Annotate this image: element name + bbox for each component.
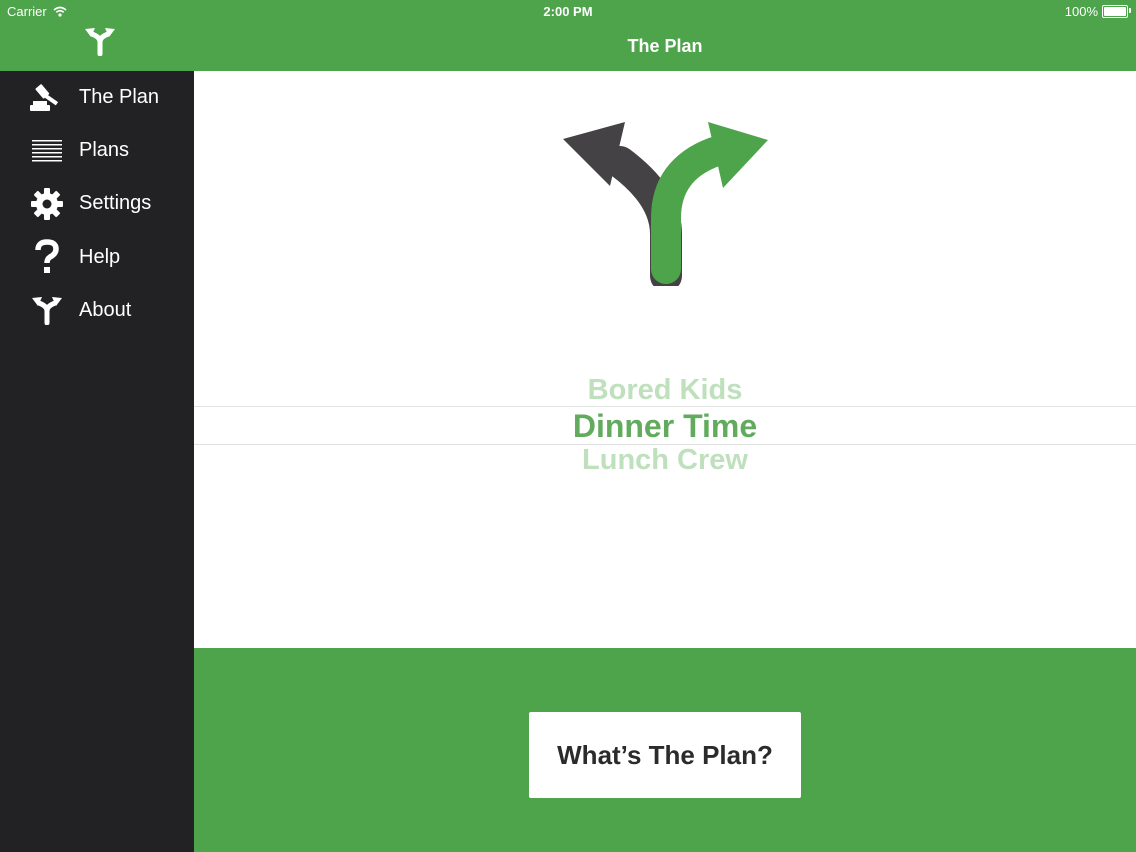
clock: 2:00 PM <box>543 4 593 19</box>
picker-option[interactable]: Bored Kids <box>194 374 1136 407</box>
battery-indicator: 100% <box>1064 4 1131 19</box>
sidebar-menu: The Plan Plans Settings Help About <box>0 71 194 337</box>
fork-arrow-logo-icon <box>563 122 768 286</box>
picker-option[interactable]: Lunch Crew <box>194 444 1136 477</box>
list-lines-icon <box>29 133 65 169</box>
status-bar: Carrier 2:00 PM 100% <box>0 0 1136 22</box>
sidebar-item-label: Plans <box>79 139 130 162</box>
gavel-icon <box>29 80 65 116</box>
content-area: Bored Kids Dinner Time Lunch Crew <box>194 71 1136 648</box>
fork-arrow-icon <box>85 28 115 56</box>
fork-arrow-icon <box>29 292 65 328</box>
page-title: The Plan <box>627 36 703 56</box>
sidebar-item-label: Settings <box>79 192 152 215</box>
sidebar-item-the-plan[interactable]: The Plan <box>0 71 194 124</box>
battery-percentage: 100% <box>1064 4 1098 19</box>
plan-picker[interactable]: Bored Kids Dinner Time Lunch Crew <box>194 371 1136 481</box>
whats-the-plan-button[interactable]: What’s The Plan? <box>529 712 801 798</box>
main-panel: The Plan Bored Kids Dinner Time Lunch Cr… <box>194 0 1136 852</box>
sidebar-item-label: The Plan <box>79 86 160 109</box>
sidebar-item-about[interactable]: About <box>0 284 194 337</box>
sidebar-item-label: Help <box>79 245 121 268</box>
sidebar-item-plans[interactable]: Plans <box>0 124 194 177</box>
battery-icon <box>1102 5 1131 18</box>
question-mark-icon <box>29 239 65 275</box>
picker-option-selected[interactable]: Dinner Time <box>194 408 1136 445</box>
footer-bar: What’s The Plan? <box>194 648 1136 852</box>
sidebar-item-label: About <box>79 298 132 321</box>
sidebar-item-settings[interactable]: Settings <box>0 177 194 230</box>
sidebar-item-help[interactable]: Help <box>0 231 194 284</box>
sidebar: The Plan Plans Settings Help About <box>0 0 194 852</box>
gear-icon <box>29 186 65 222</box>
